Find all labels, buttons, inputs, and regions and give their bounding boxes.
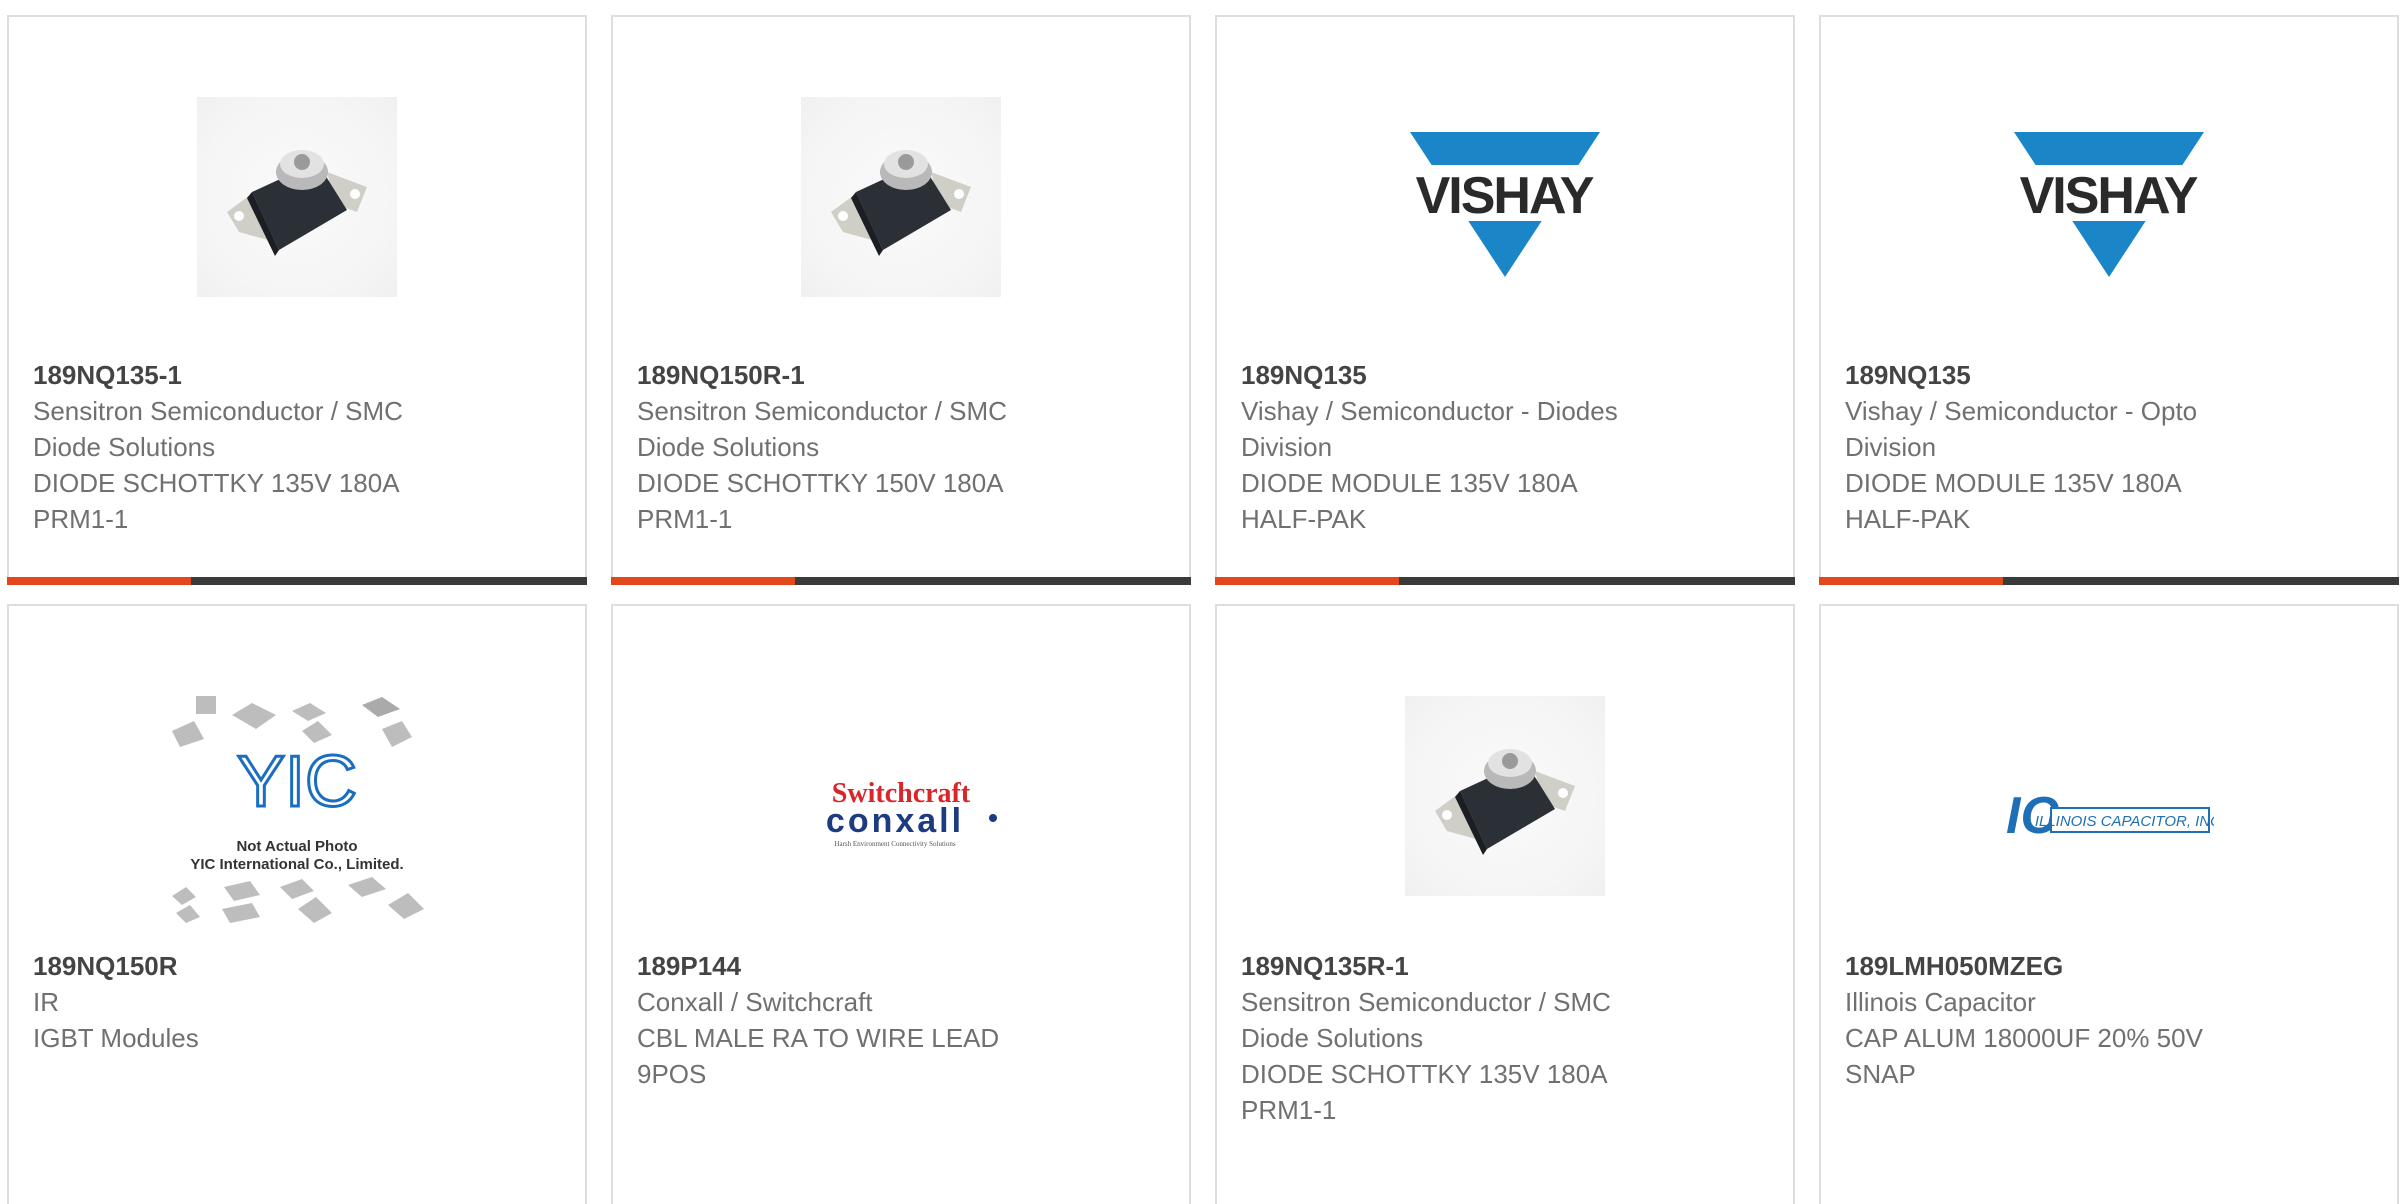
manufacturer-line: Conxall / Switchcraft (637, 987, 873, 1017)
manufacturer-line: Vishay / Semiconductor - Diodes (1241, 396, 1618, 426)
part-number[interactable]: 189LMH050MZEG (1845, 948, 2373, 984)
manufacturer-line: Diode Solutions (1241, 1023, 1424, 1053)
description-line: HALF-PAK (1845, 504, 1971, 534)
description-line: IGBT Modules (33, 1023, 199, 1053)
vishay-logo: VISHAY (1400, 132, 1610, 277)
product-image[interactable]: VISHAY (1217, 77, 1793, 317)
product-image[interactable]: VISHAY (1821, 77, 2397, 317)
manufacturer-line: Illinois Capacitor (1845, 987, 2036, 1017)
diode-module-photo (801, 97, 1001, 297)
part-number[interactable]: 189NQ150R (33, 948, 561, 984)
description-line: SNAP (1845, 1059, 1916, 1089)
product-info: 189NQ135R-1 Sensitron Semiconductor / SM… (1241, 948, 1769, 1128)
product-info: 189NQ150R-1 Sensitron Semiconductor / SM… (637, 357, 1165, 537)
description-line: PRM1-1 (637, 504, 733, 534)
svg-text:YIC: YIC (237, 742, 357, 822)
product-card[interactable]: IC ILLINOIS CAPACITOR, INC. 189LMH050MZE… (1819, 604, 2399, 1204)
manufacturer-line: Sensitron Semiconductor / SMC (637, 396, 1007, 426)
product-card[interactable]: YIC Not Actual Photo YIC International C… (7, 604, 587, 1204)
description-line: DIODE MODULE 135V 180A (1845, 468, 2182, 498)
card-accent-bar (1819, 577, 2399, 585)
product-image[interactable] (9, 77, 585, 317)
svg-text:Harsh Environment Connectivity: Harsh Environment Connectivity Solutions (834, 840, 955, 848)
product-card[interactable]: VISHAY 189NQ135 Vishay / Semiconductor -… (1819, 15, 2399, 585)
part-number[interactable]: 189NQ150R-1 (637, 357, 1165, 393)
manufacturer-line: Diode Solutions (637, 432, 820, 462)
manufacturer-line: IR (33, 987, 59, 1017)
description-line: DIODE SCHOTTKY 135V 180A (33, 468, 400, 498)
part-number[interactable]: 189P144 (637, 948, 1165, 984)
manufacturer-line: Division (1241, 432, 1333, 462)
product-info: 189NQ135-1 Sensitron Semiconductor / SMC… (33, 357, 561, 537)
manufacturer-line: Diode Solutions (33, 432, 216, 462)
product-info: 189NQ135 Vishay / Semiconductor - Diodes… (1241, 357, 1769, 537)
card-accent-bar (611, 577, 1191, 585)
manufacturer-line: Division (1845, 432, 1937, 462)
product-image[interactable] (613, 77, 1189, 317)
product-info: 189NQ150R IR IGBT Modules (33, 948, 561, 1056)
description-line: 9POS (637, 1059, 707, 1089)
illinois-capacitor-logo: IC ILLINOIS CAPACITOR, INC. (2006, 787, 2214, 845)
manufacturer-line: Sensitron Semiconductor / SMC (1241, 987, 1611, 1017)
part-number[interactable]: 189NQ135R-1 (1241, 948, 1769, 984)
vishay-logo: VISHAY (2004, 132, 2214, 277)
manufacturer-line: Vishay / Semiconductor - Opto (1845, 396, 2198, 426)
part-number[interactable]: 189NQ135 (1845, 357, 2373, 393)
yic-placeholder-image: YIC Not Actual Photo YIC International C… (172, 696, 424, 923)
svg-text:conxall: conxall (826, 802, 964, 840)
product-card[interactable]: 189NQ135-1 Sensitron Semiconductor / SMC… (7, 15, 587, 585)
part-number[interactable]: 189NQ135 (1241, 357, 1769, 393)
card-accent-bar (1215, 577, 1795, 585)
product-card[interactable]: 189NQ150R-1 Sensitron Semiconductor / SM… (611, 15, 1191, 585)
description-line: PRM1-1 (33, 504, 129, 534)
product-grid: 189NQ135-1 Sensitron Semiconductor / SMC… (0, 0, 2400, 1204)
product-image[interactable]: IC ILLINOIS CAPACITOR, INC. (1821, 686, 2397, 946)
manufacturer-line: Sensitron Semiconductor / SMC (33, 396, 403, 426)
product-card[interactable]: VISHAY 189NQ135 Vishay / Semiconductor -… (1215, 15, 1795, 585)
description-line: DIODE SCHOTTKY 135V 180A (1241, 1059, 1608, 1089)
product-image[interactable]: Switchcraft conxall Harsh Environment Co… (613, 686, 1189, 946)
diode-module-photo (197, 97, 397, 297)
description-line: HALF-PAK (1241, 504, 1367, 534)
product-image[interactable]: YIC Not Actual Photo YIC International C… (9, 686, 585, 946)
product-info: 189NQ135 Vishay / Semiconductor - Opto D… (1845, 357, 2373, 537)
description-line: DIODE MODULE 135V 180A (1241, 468, 1578, 498)
product-image[interactable] (1217, 676, 1793, 916)
description-line: DIODE SCHOTTKY 150V 180A (637, 468, 1004, 498)
switchcraft-conxall-logo: Switchcraft conxall Harsh Environment Co… (826, 778, 997, 848)
product-card[interactable]: 189NQ135R-1 Sensitron Semiconductor / SM… (1215, 604, 1795, 1204)
svg-text:VISHAY: VISHAY (2020, 167, 2198, 225)
description-line: PRM1-1 (1241, 1095, 1337, 1125)
description-line: CBL MALE RA TO WIRE LEAD (637, 1023, 1000, 1053)
svg-text:Not Actual Photo: Not Actual Photo (236, 838, 357, 855)
product-card[interactable]: Switchcraft conxall Harsh Environment Co… (611, 604, 1191, 1204)
svg-text:ILLINOIS CAPACITOR, INC.: ILLINOIS CAPACITOR, INC. (2035, 813, 2214, 830)
product-info: 189P144 Conxall / Switchcraft CBL MALE R… (637, 948, 1165, 1092)
svg-text:YIC International Co., Limited: YIC International Co., Limited. (190, 856, 403, 873)
part-number[interactable]: 189NQ135-1 (33, 357, 561, 393)
description-line: CAP ALUM 18000UF 20% 50V (1845, 1023, 2203, 1053)
svg-text:VISHAY: VISHAY (1416, 167, 1594, 225)
card-accent-bar (7, 577, 587, 585)
product-info: 189LMH050MZEG Illinois Capacitor CAP ALU… (1845, 948, 2373, 1092)
diode-module-photo (1405, 696, 1605, 896)
